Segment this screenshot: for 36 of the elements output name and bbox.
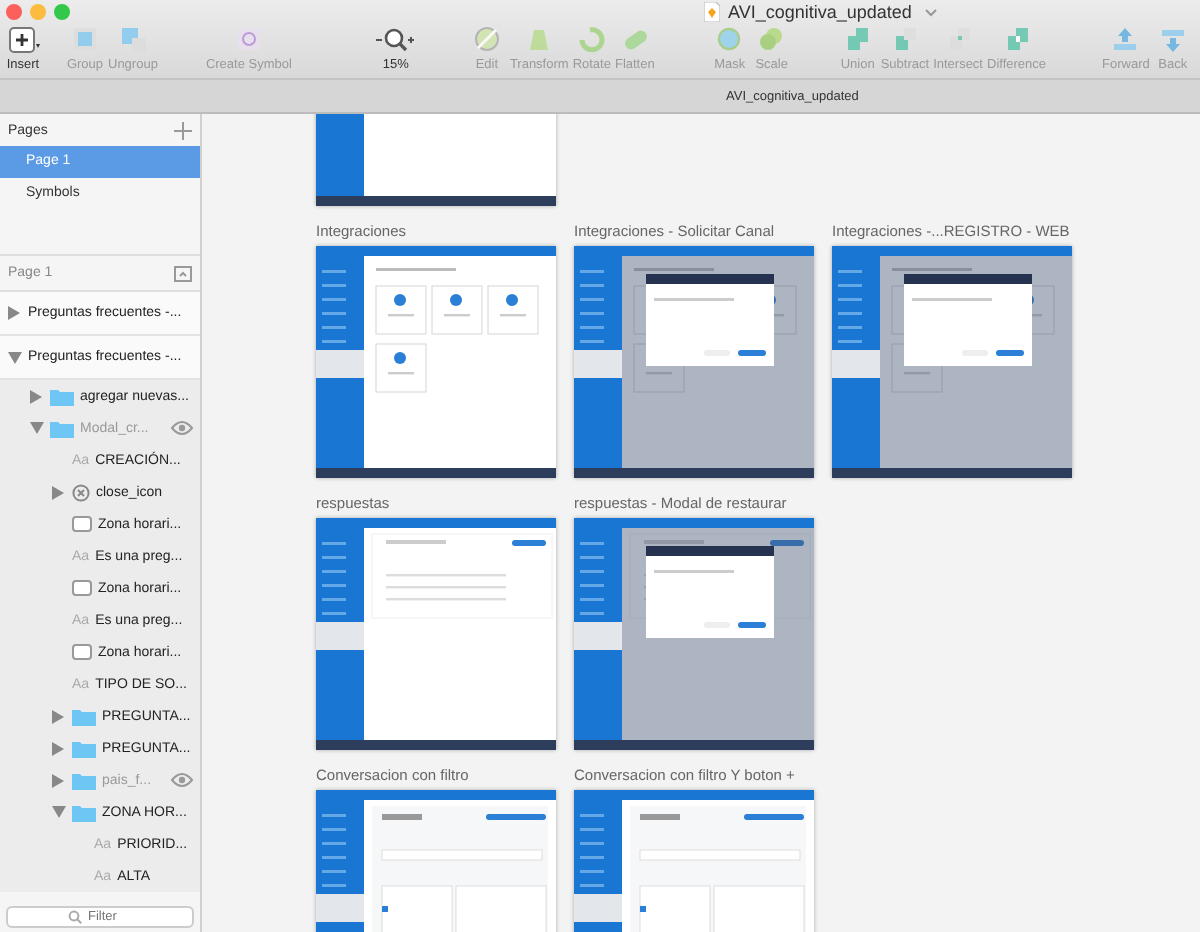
disclosure-closed-icon[interactable] (50, 485, 66, 499)
zoom-window-button[interactable] (54, 4, 70, 20)
eye-icon[interactable] (170, 772, 194, 788)
minimize-window-button[interactable] (30, 4, 46, 20)
rectangle-icon (72, 516, 92, 532)
disclosure-open-icon[interactable] (50, 806, 66, 818)
disclosure-closed-icon[interactable] (50, 773, 66, 787)
insert-icon[interactable] (4, 24, 42, 56)
search-icon (68, 910, 82, 924)
add-page-icon[interactable] (174, 121, 192, 139)
disclosure-closed-icon[interactable] (28, 389, 44, 403)
artboard-thumbnail[interactable] (574, 246, 814, 478)
artboard-thumbnail[interactable] (316, 246, 556, 478)
folder-icon (72, 771, 96, 789)
disclosure-closed-icon[interactable] (50, 709, 66, 723)
rectangle-icon (72, 644, 92, 660)
disclosure-closed-icon[interactable] (6, 306, 22, 320)
folder-icon (72, 803, 96, 821)
symbol-icon (72, 483, 90, 501)
collapse-icon[interactable] (174, 265, 192, 281)
rectangle-icon (72, 580, 92, 596)
artboard-thumbnail[interactable] (316, 518, 556, 750)
folder-icon (50, 387, 74, 405)
zoom-icon[interactable] (375, 24, 416, 56)
folder-icon (72, 739, 96, 757)
disclosure-closed-icon[interactable] (50, 741, 66, 755)
folder-icon (72, 707, 96, 725)
artboard-thumbnail[interactable] (574, 518, 814, 750)
disclosure-open-icon[interactable] (6, 351, 22, 363)
artboard-thumbnail[interactable] (832, 246, 1072, 478)
chevron-down-icon[interactable] (923, 7, 938, 17)
window-title: AVI_cognitiva_updated (728, 2, 912, 22)
folder-icon (50, 419, 74, 437)
disclosure-open-icon[interactable] (28, 422, 44, 434)
eye-icon[interactable] (170, 420, 194, 436)
close-window-button[interactable] (6, 4, 22, 20)
